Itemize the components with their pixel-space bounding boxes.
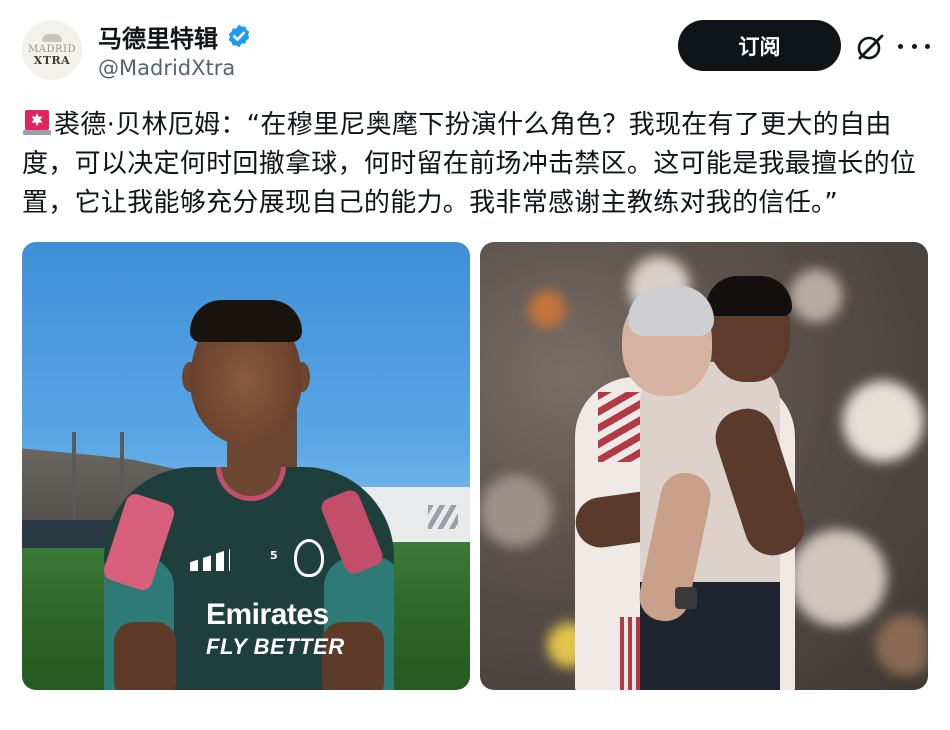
verified-badge-icon[interactable] bbox=[226, 23, 252, 49]
shirt-sponsor: Emirates bbox=[206, 598, 329, 631]
display-name[interactable]: 马德里特辑 bbox=[98, 19, 218, 54]
subscribe-button[interactable]: 订阅 bbox=[678, 20, 841, 71]
tweet-text: 裘德·贝林厄姆：“在穆里尼奥麾下扮演什么角色？我现在有了更大的自由度，可以决定何… bbox=[22, 106, 927, 223]
adidas-logo-icon bbox=[428, 505, 458, 529]
avatar-logo-line2: XTRA bbox=[33, 53, 71, 67]
media-grid: 5 Emirates FLY BETTER bbox=[22, 242, 928, 690]
photo-arm bbox=[114, 622, 176, 690]
avatar-logo-line1: MADRID bbox=[28, 43, 76, 55]
photo-bench bbox=[22, 520, 112, 548]
more-dot bbox=[898, 43, 903, 49]
photo-bellingham[interactable]: 5 Emirates FLY BETTER bbox=[22, 242, 470, 690]
real-madrid-crest-icon bbox=[294, 539, 324, 577]
name-row: 马德里特辑 bbox=[98, 19, 252, 54]
avatar[interactable]: MADRID XTRA bbox=[22, 20, 82, 80]
photo-player-hair bbox=[706, 276, 792, 316]
tweet-header: MADRID XTRA 马德里特辑 @MadridXtra 订阅 bbox=[0, 0, 950, 100]
shirt-sponsor-tagline: FLY BETTER bbox=[206, 634, 345, 659]
watch-icon bbox=[675, 587, 697, 609]
photo-hug[interactable] bbox=[480, 242, 928, 690]
more-dot bbox=[911, 43, 917, 49]
photo-hair bbox=[190, 300, 302, 342]
tweet-body: 裘德·贝林厄姆：“在穆里尼奥麾下扮演什么角色？我现在有了更大的自由度，可以决定何… bbox=[22, 110, 917, 218]
siren-emoji-icon bbox=[23, 110, 51, 135]
photo-coach-hair bbox=[628, 286, 714, 336]
shirt-number: 5 bbox=[270, 549, 278, 562]
photo-collar bbox=[216, 467, 286, 501]
more-dot bbox=[925, 43, 930, 49]
crown-icon bbox=[42, 33, 62, 42]
more-icon[interactable] bbox=[898, 33, 930, 59]
account-handle[interactable]: @MadridXtra bbox=[98, 56, 235, 80]
adidas-logo-icon bbox=[190, 549, 230, 571]
grok-icon[interactable] bbox=[855, 32, 885, 62]
